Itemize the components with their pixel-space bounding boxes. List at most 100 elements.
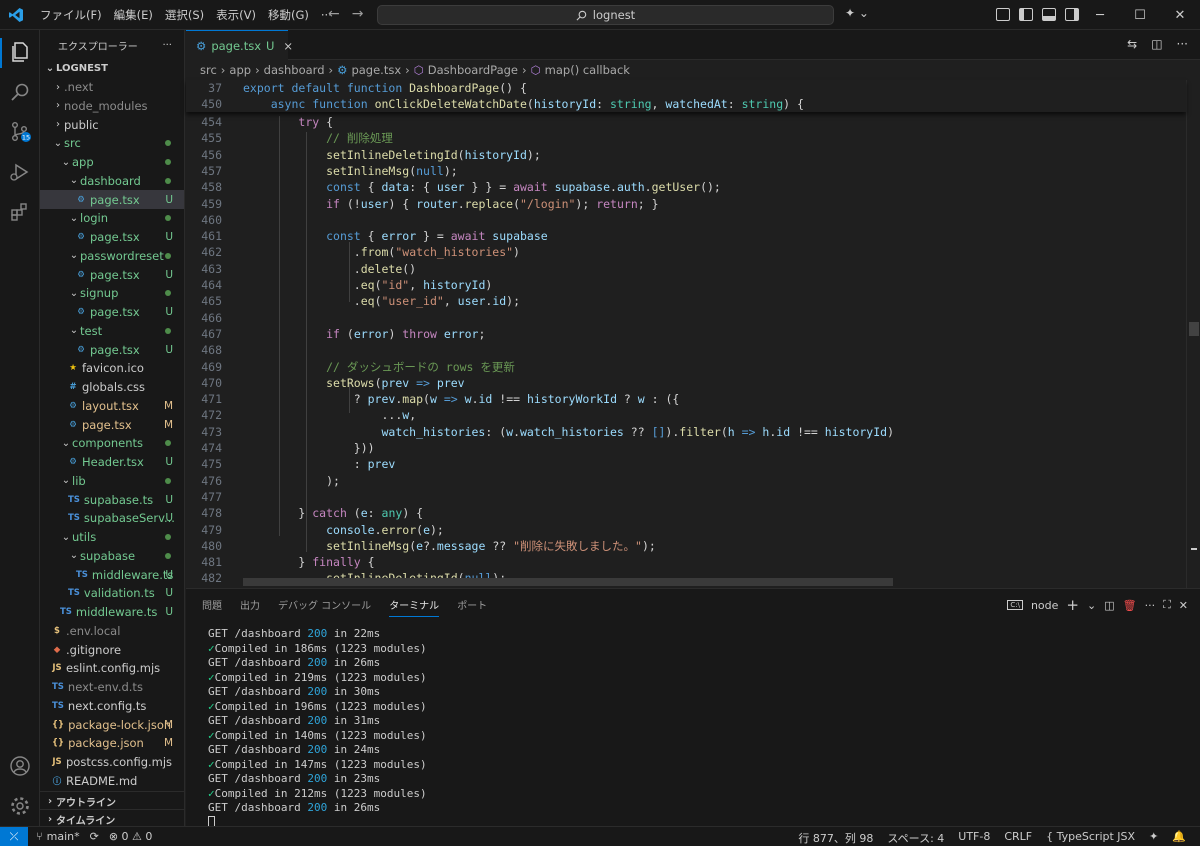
source-control-icon[interactable]: 15 [8, 120, 32, 144]
tree-item[interactable]: ⚙ page.tsx U [40, 190, 184, 209]
maximize-icon[interactable]: ☐ [1120, 0, 1160, 30]
tree-item[interactable]: TS validation.ts U [40, 584, 184, 603]
code-line[interactable]: 463 .delete() [186, 261, 1186, 277]
code-line[interactable]: 455 // 削除処理 [186, 130, 1186, 146]
tree-item[interactable]: › .next [40, 78, 184, 97]
breadcrumb-item[interactable]: app [229, 63, 251, 77]
more-actions-icon[interactable]: ··· [1145, 599, 1156, 612]
tree-item[interactable]: › public [40, 115, 184, 134]
settings-gear-icon[interactable] [8, 794, 32, 818]
language-mode[interactable]: { TypeScript JSX [1046, 830, 1135, 846]
code-line[interactable]: 468 [186, 342, 1186, 358]
code-line[interactable]: 472 ...w, [186, 407, 1186, 423]
code-line[interactable]: 460 [186, 212, 1186, 228]
tree-item[interactable]: ⚙ page.tsx U [40, 303, 184, 322]
code-line[interactable]: 37 export default function DashboardPage(… [186, 80, 1186, 96]
code-line[interactable]: 479 console.error(e); [186, 522, 1186, 538]
tree-item[interactable]: JS eslint.config.mjs [40, 659, 184, 678]
menu-item[interactable]: 表示(V) [210, 7, 262, 23]
sync-icon[interactable]: ⟳ [90, 830, 99, 843]
breadcrumb-item[interactable]: dashboard [264, 63, 325, 77]
tree-item[interactable]: ⌄ supabase [40, 547, 184, 566]
explorer-icon[interactable] [8, 40, 32, 64]
code-line[interactable]: 476 ); [186, 473, 1186, 489]
line-ending[interactable]: CRLF [1004, 830, 1032, 846]
workspace-root[interactable]: ⌄ LOGNEST [40, 59, 184, 78]
code-line[interactable]: 474 })) [186, 440, 1186, 456]
menu-item[interactable]: 選択(S) [159, 7, 210, 23]
forward-arrow-icon[interactable]: → [352, 6, 364, 22]
code-line[interactable]: 450 async function onClickDeleteWatchDat… [186, 96, 1186, 112]
tree-item[interactable]: ◆ .gitignore [40, 640, 184, 659]
copilot-status-icon[interactable]: ✦ [1149, 830, 1158, 846]
tree-item[interactable]: TS middleware.ts U [40, 603, 184, 622]
horizontal-scrollbar[interactable] [243, 578, 893, 586]
tree-item[interactable]: TS supabaseServ... U [40, 509, 184, 528]
remote-indicator-icon[interactable]: ⤫ [0, 827, 28, 846]
tree-item[interactable]: ⌄ components [40, 434, 184, 453]
menu-item[interactable]: ファイル(F) [34, 7, 108, 23]
breadcrumb-item[interactable]: map() callback [545, 63, 630, 77]
tree-item[interactable]: ⚙ layout.tsx M [40, 397, 184, 416]
maximize-panel-icon[interactable]: ⛶ [1163, 598, 1171, 612]
tree-item[interactable]: TS middleware.ts U [40, 565, 184, 584]
vertical-scrollbar[interactable] [1186, 80, 1200, 588]
extensions-icon[interactable] [8, 200, 32, 224]
scroll-thumb[interactable] [1189, 322, 1199, 336]
command-center-search[interactable]: lognest [377, 5, 834, 25]
breadcrumb-item[interactable]: src [200, 63, 217, 77]
panel-tab[interactable]: 出力 [240, 597, 260, 617]
tree-item[interactable]: # globals.css [40, 378, 184, 397]
panel-tab[interactable]: 問題 [202, 597, 222, 617]
tree-item[interactable]: {} package-lock.json M [40, 715, 184, 734]
breadcrumb-item[interactable]: page.tsx [351, 63, 401, 77]
timeline-section[interactable]: › タイムライン [40, 809, 184, 826]
tree-item[interactable]: ⌄ dashboard [40, 172, 184, 191]
more-actions-icon[interactable]: ··· [1177, 37, 1188, 51]
search-view-icon[interactable] [8, 80, 32, 104]
code-line[interactable]: 470 setRows(prev => prev [186, 375, 1186, 391]
menu-item[interactable]: 編集(E) [108, 7, 159, 23]
problems-count[interactable]: ⊗ 0 ⚠ 0 [109, 830, 153, 843]
new-terminal-icon[interactable]: + [1066, 596, 1079, 614]
code-line[interactable]: 454 try { [186, 114, 1186, 130]
menu-item[interactable]: 移動(G) [262, 7, 315, 23]
code-line[interactable]: 477 [186, 489, 1186, 505]
tree-item[interactable]: JS postcss.config.mjs [40, 753, 184, 772]
tree-item[interactable]: ⚙ page.tsx M [40, 415, 184, 434]
panel-tab[interactable]: デバッグ コンソール [278, 597, 371, 617]
toggle-sidebar-icon[interactable] [1019, 8, 1033, 21]
terminal-shell-label[interactable]: node [1031, 599, 1058, 612]
chevron-down-icon[interactable]: ⌄ [1087, 599, 1096, 612]
panel-tab[interactable]: ポート [457, 597, 487, 617]
code-line[interactable]: 458 const { data: { user } } = await sup… [186, 179, 1186, 195]
encoding[interactable]: UTF-8 [958, 830, 990, 846]
layout-grid-icon[interactable] [996, 8, 1010, 21]
code-line[interactable]: 481 } finally { [186, 554, 1186, 570]
tree-item[interactable]: TS next-env.d.ts [40, 678, 184, 697]
notifications-icon[interactable]: 🔔 [1172, 830, 1186, 846]
tree-item[interactable]: ⌄ utils [40, 528, 184, 547]
code-line[interactable]: 465 .eq("user_id", user.id); [186, 293, 1186, 309]
indentation[interactable]: スペース: 4 [887, 830, 944, 846]
code-line[interactable]: 456 setInlineDeletingId(historyId); [186, 147, 1186, 163]
tree-item[interactable]: TS supabase.ts U [40, 490, 184, 509]
split-terminal-icon[interactable]: ◫ [1104, 599, 1114, 612]
code-line[interactable]: 459 if (!user) { router.replace("/login"… [186, 196, 1186, 212]
code-line[interactable]: 469 // ダッシュボードの rows を更新 [186, 359, 1186, 375]
tree-item[interactable]: ⚙ page.tsx U [40, 265, 184, 284]
outline-section[interactable]: › アウトライン [40, 791, 184, 810]
split-editor-icon[interactable]: ◫ [1151, 37, 1162, 51]
compare-changes-icon[interactable]: ⇆ [1127, 37, 1137, 51]
tree-item[interactable]: ⌄ login [40, 209, 184, 228]
more-actions-icon[interactable]: ··· [162, 40, 172, 51]
code-line[interactable]: 464 .eq("id", historyId) [186, 277, 1186, 293]
code-line[interactable]: 466 [186, 310, 1186, 326]
cursor-position[interactable]: 行 877、列 98 [798, 830, 873, 846]
panel-tab[interactable]: ターミナル [389, 597, 440, 617]
code-line[interactable]: 471 ? prev.map(w => w.id !== historyWork… [186, 391, 1186, 407]
code-line[interactable]: 475 : prev [186, 456, 1186, 472]
tree-item[interactable]: ⌄ app [40, 153, 184, 172]
tree-item[interactable]: › node_modules [40, 97, 184, 116]
account-icon[interactable] [8, 754, 32, 778]
